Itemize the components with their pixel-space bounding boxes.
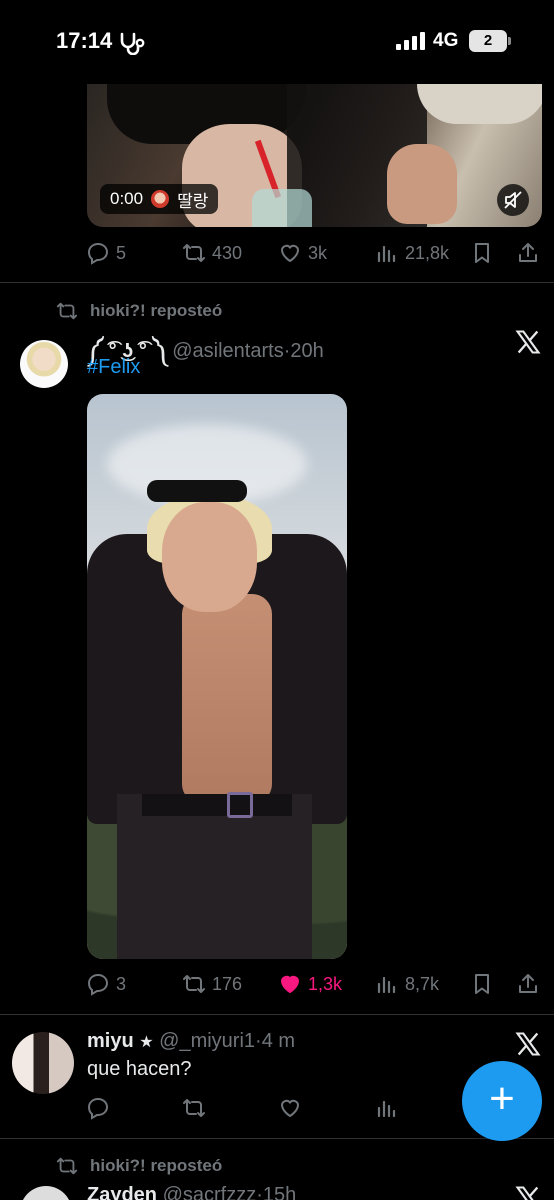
repost-banner-text: hioki?! reposteó — [90, 301, 223, 320]
reply-icon — [87, 242, 109, 265]
views-icon — [377, 1100, 396, 1118]
status-time: 17:14 — [56, 28, 113, 53]
share-button[interactable] — [516, 969, 540, 999]
tweet-actions: 3 176 1,3k 8,7k — [86, 969, 546, 999]
sticker-icon — [151, 190, 170, 208]
like-count: 3k — [308, 242, 328, 263]
compose-button[interactable]: + — [462, 1061, 542, 1141]
tweet-time: 4 m — [261, 1030, 296, 1052]
views-button[interactable]: 8,7k — [375, 969, 439, 999]
tweet-divider — [0, 1014, 554, 1015]
status-bar: 17:14 4G 2 — [0, 0, 554, 84]
x-logo-icon[interactable] — [514, 1030, 542, 1058]
heart-icon — [280, 244, 300, 263]
x-logo-icon[interactable] — [514, 1184, 542, 1200]
heart-filled-icon — [280, 975, 300, 994]
bookmark-button[interactable] — [470, 238, 494, 268]
views-count: 21,8k — [405, 242, 450, 263]
video-caption: 딸랑 — [177, 191, 209, 211]
repost-icon — [56, 1157, 78, 1175]
share-button[interactable] — [516, 238, 540, 268]
tweet-time: 15h — [262, 1184, 297, 1200]
photo-shape — [117, 794, 312, 959]
repost-button[interactable] — [182, 1093, 206, 1123]
reply-button[interactable]: 5 — [86, 238, 126, 268]
photo-shape — [227, 792, 253, 818]
repost-banner-text: hioki?! reposteó — [90, 1156, 223, 1175]
handle[interactable]: @_miyuri1 — [159, 1030, 255, 1052]
photo-shape — [147, 480, 247, 502]
avatar[interactable] — [12, 1032, 74, 1094]
reply-icon — [87, 973, 109, 996]
mute-icon — [504, 191, 522, 209]
battery-icon: 2 — [469, 30, 507, 52]
signal-icon — [396, 32, 425, 50]
views-icon — [377, 245, 396, 263]
repost-button[interactable]: 176 — [182, 969, 242, 999]
reply-count: 5 — [116, 242, 127, 263]
video-frame-shape — [387, 144, 457, 224]
reply-button[interactable]: 3 — [86, 969, 126, 999]
reply-button[interactable] — [86, 1093, 110, 1123]
bookmark-icon — [475, 974, 489, 994]
display-name[interactable]: miyu — [87, 1030, 134, 1052]
tweet-actions: 5 430 3k 21,8k — [86, 238, 546, 268]
views-count: 8,7k — [405, 973, 440, 994]
repost-icon — [56, 302, 78, 320]
network-type: 4G — [433, 30, 459, 51]
like-button[interactable]: 1,3k — [278, 969, 342, 999]
repost-icon — [183, 1099, 205, 1117]
battery-cap — [508, 37, 511, 45]
mute-button[interactable] — [497, 184, 529, 216]
like-button[interactable] — [278, 1093, 302, 1123]
heart-icon — [280, 1099, 300, 1118]
tweet-divider — [0, 1138, 554, 1139]
reply-count: 3 — [116, 973, 127, 994]
repost-banner[interactable]: hioki?! reposteó — [56, 1155, 222, 1177]
views-button[interactable] — [375, 1093, 399, 1123]
tweet-divider — [0, 282, 554, 283]
share-icon — [519, 974, 537, 993]
tweet-header: miyu ★ @_miyuri1·4 m — [87, 1030, 296, 1052]
badge-icon: ★ — [139, 1034, 154, 1051]
views-icon — [377, 976, 396, 994]
like-button[interactable]: 3k — [278, 238, 327, 268]
hashtag-link[interactable]: #Felix — [87, 356, 140, 379]
handle[interactable]: @sacrfzzz — [163, 1184, 257, 1200]
tweet-video[interactable]: 0:00 딸랑 — [87, 84, 542, 227]
repost-count: 430 — [212, 242, 243, 263]
x-logo-icon[interactable] — [514, 328, 542, 356]
repost-banner[interactable]: hioki?! reposteó — [56, 300, 222, 322]
video-frame-shape — [417, 84, 542, 124]
handle[interactable]: @asilentarts — [172, 340, 283, 362]
photo-shape — [162, 502, 257, 612]
video-frame-shape — [252, 189, 312, 227]
repost-button[interactable]: 430 — [182, 238, 242, 268]
video-time: 0:00 — [110, 189, 144, 208]
photo-shape — [182, 594, 272, 804]
tweet-text: que hacen? — [87, 1058, 192, 1080]
photo-shape — [142, 794, 292, 816]
reply-icon — [87, 1097, 109, 1120]
tweet-time: 20h — [290, 340, 324, 362]
avatar[interactable] — [20, 340, 68, 388]
bookmark-button[interactable] — [470, 969, 494, 999]
video-time-pill: 0:00 딸랑 — [100, 184, 219, 214]
stethoscope-icon — [120, 32, 145, 55]
share-icon — [519, 243, 537, 262]
repost-count: 176 — [212, 973, 243, 994]
views-button[interactable]: 21,8k — [375, 238, 449, 268]
plus-icon: + — [489, 1074, 515, 1123]
repost-icon — [183, 975, 205, 993]
avatar[interactable] — [20, 1186, 72, 1200]
like-count: 1,3k — [308, 973, 343, 994]
tweet-photo[interactable] — [87, 394, 347, 959]
tweet-header: Zayden @sacrfzzz·15h — [87, 1184, 296, 1200]
bookmark-icon — [475, 243, 489, 263]
repost-icon — [183, 244, 205, 262]
display-name[interactable]: Zayden — [87, 1184, 157, 1200]
